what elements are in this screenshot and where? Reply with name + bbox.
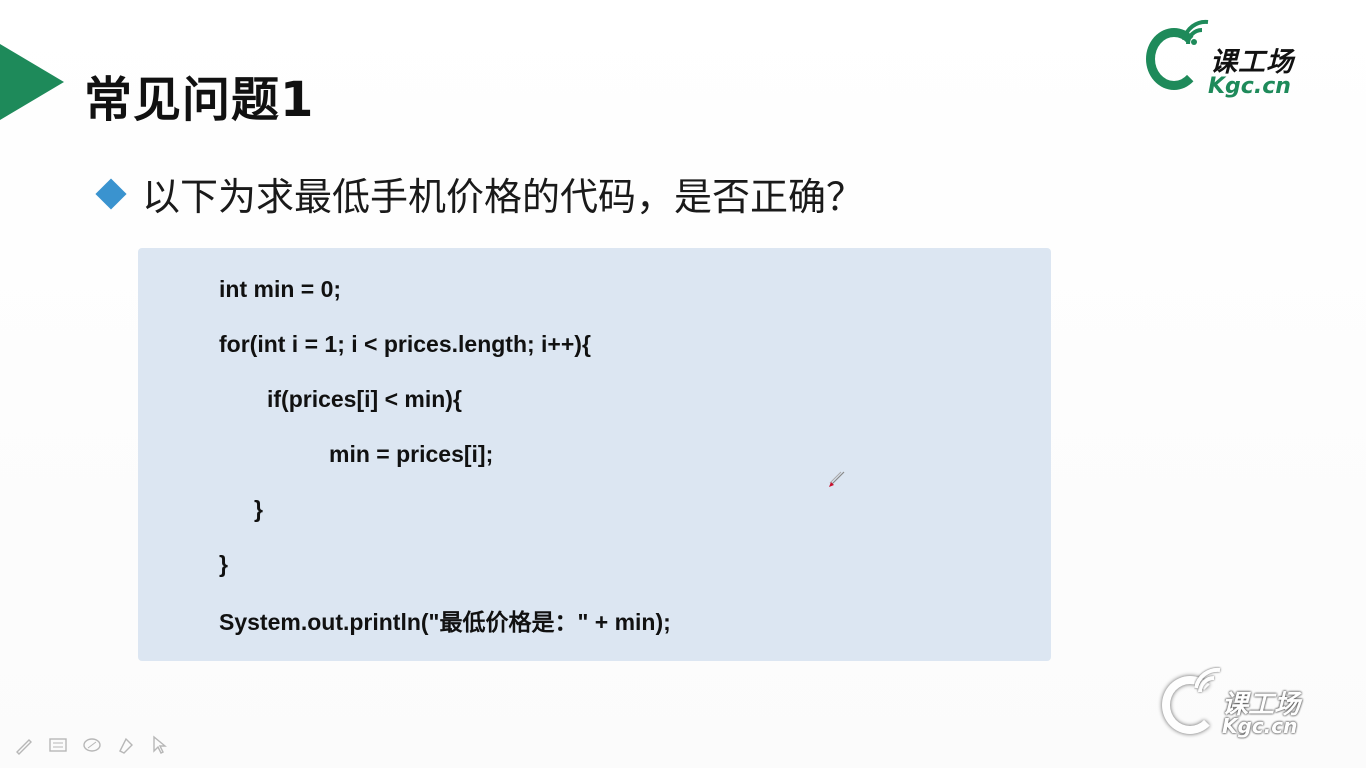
slide-title: 常见问题1 — [84, 72, 315, 128]
code-line: } — [219, 551, 228, 577]
code-line: int min = 0; — [219, 276, 342, 302]
code-line: for(int i = 1; i < prices.length; i++){ — [219, 331, 591, 357]
logo-en-text: Kgc.cn — [1208, 74, 1291, 99]
slideshow-toolbar — [12, 734, 172, 756]
highlighter-icon[interactable] — [114, 734, 138, 756]
diamond-bullet-icon — [95, 177, 127, 210]
question-text: 以下为求最低手机价格的代码，是否正确？ — [142, 175, 865, 219]
bullet-item: 以下为求最低手机价格的代码，是否正确？ — [95, 166, 865, 221]
code-line: min = prices[i]; — [329, 441, 494, 467]
watermark-en-text: Kgc.cn — [1222, 714, 1298, 738]
pen-icon[interactable] — [12, 734, 36, 756]
pen-cursor-icon — [829, 471, 845, 487]
slide: 常见问题1 以下为求最低手机价格的代码，是否正确？ int min = 0; f… — [0, 0, 1366, 768]
code-line: System.out.println("最低价格是：" + min); — [219, 609, 671, 635]
watermark-logo: 课工场 Kgc.cn — [1160, 662, 1340, 742]
code-line: } — [254, 496, 263, 522]
kgc-logo: 课工场 Kgc.cn — [1146, 18, 1336, 99]
code-line: if(prices[i] < min){ — [267, 386, 462, 412]
title-arrow-icon — [0, 44, 64, 120]
code-block: int min = 0; for(int i = 1; i < prices.l… — [138, 248, 1051, 661]
eraser-icon[interactable] — [80, 734, 104, 756]
slides-icon[interactable] — [46, 734, 70, 756]
pointer-icon[interactable] — [148, 734, 172, 756]
